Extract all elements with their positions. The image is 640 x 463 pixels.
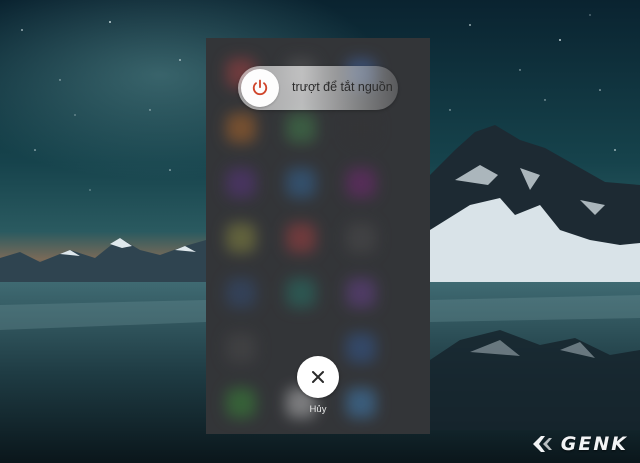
close-icon	[312, 371, 324, 383]
phone-screen: trượt để tắt nguồn Hủy	[206, 38, 430, 434]
genk-logo-icon	[532, 436, 552, 452]
watermark-text: GENK	[560, 433, 628, 455]
slider-knob[interactable]	[241, 69, 279, 107]
slide-to-power-off-slider[interactable]: trượt để tắt nguồn	[238, 66, 398, 110]
cancel-button[interactable]	[297, 356, 339, 398]
power-icon	[252, 79, 268, 96]
slider-label: trượt để tắt nguồn	[292, 80, 393, 94]
genk-watermark: GENK	[532, 433, 628, 455]
cancel-label: Hủy	[309, 404, 327, 415]
